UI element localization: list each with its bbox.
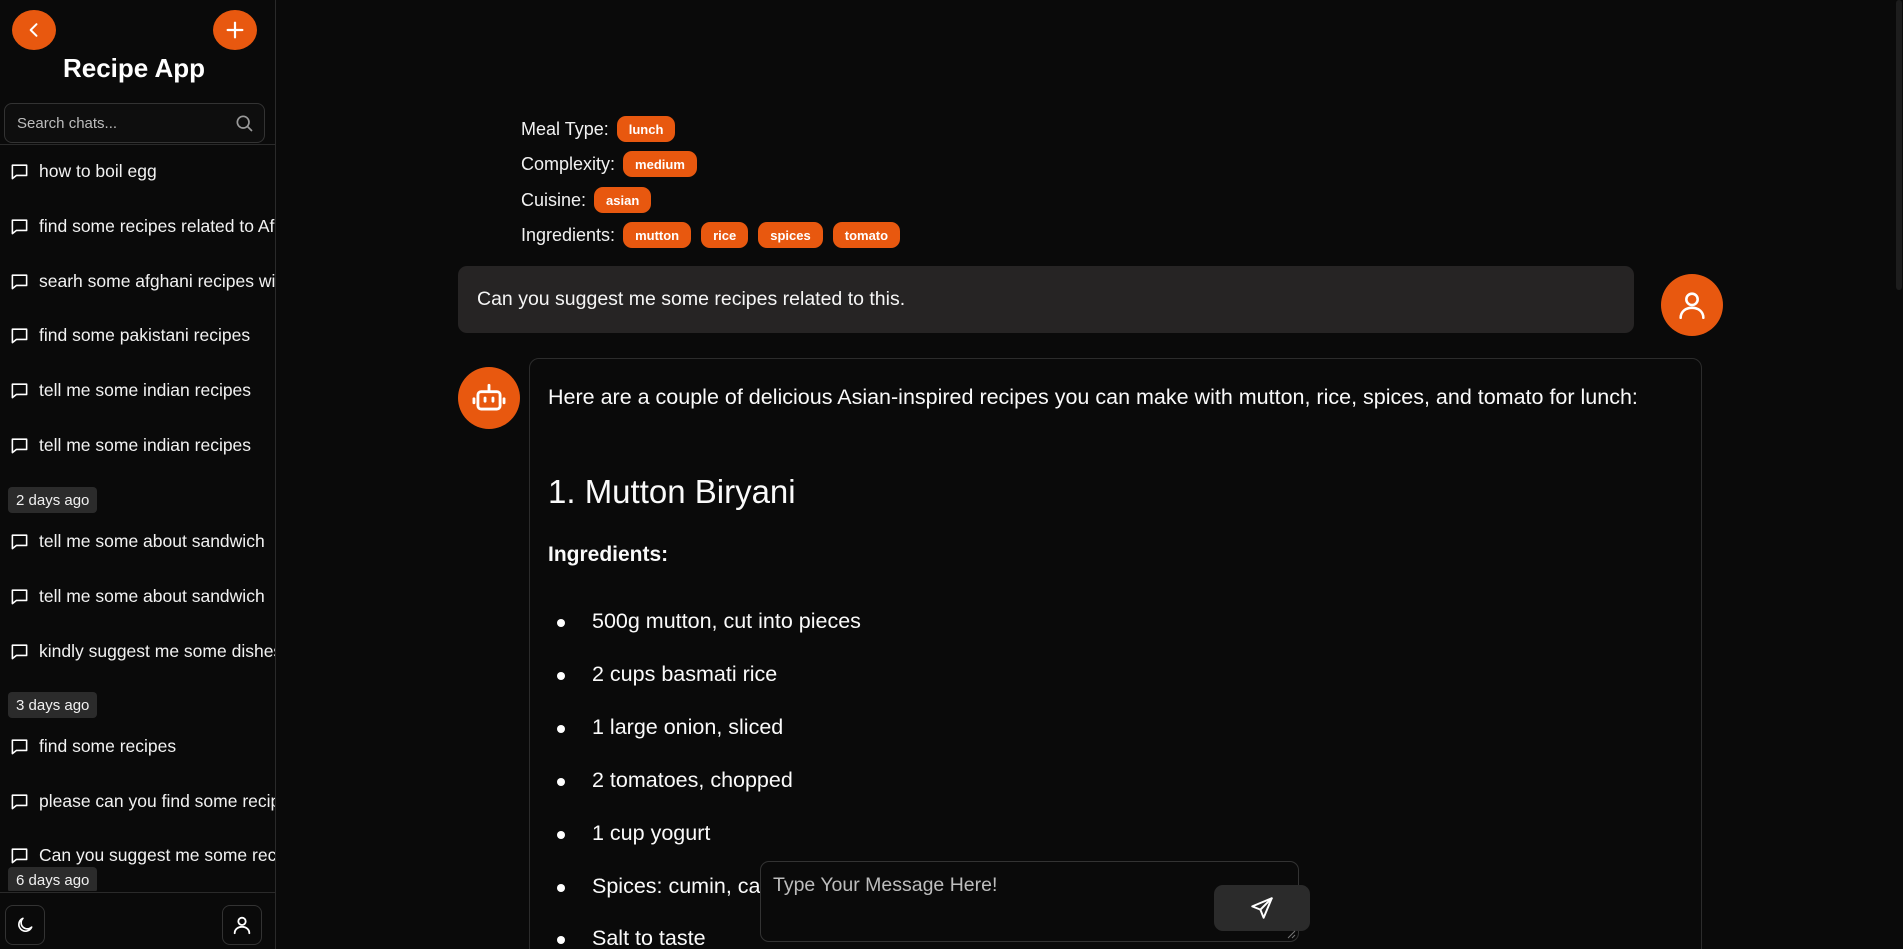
chat-list[interactable]: how to boil egg find some recipes relate… bbox=[0, 145, 276, 891]
ingredient-chip: rice bbox=[701, 222, 749, 248]
chat-item[interactable]: find some recipes related to Af bbox=[0, 206, 275, 246]
ingredient-list-item: 2 cups basmati rice bbox=[556, 662, 778, 686]
recipe-app: Recipe App how to boil egg find some rec… bbox=[0, 0, 1903, 949]
user-icon bbox=[1679, 292, 1705, 320]
recipe-title: 1. Mutton Biryani bbox=[548, 473, 796, 510]
chat-item[interactable]: find some pakistani recipes bbox=[0, 315, 275, 355]
chat-item-label: tell me some indian recipes bbox=[39, 379, 252, 400]
meal-type-label: Meal Type: bbox=[521, 118, 609, 139]
message-input[interactable] bbox=[773, 874, 1203, 914]
ingredients-heading: Ingredients: bbox=[548, 543, 669, 566]
chat-item-label: please can you find some recip bbox=[39, 790, 276, 811]
chat-bubble-icon bbox=[11, 738, 28, 754]
chat-item-label: tell me some about sandwich bbox=[39, 585, 265, 606]
complexity-label: Complexity: bbox=[521, 153, 616, 174]
chat-bubble-icon bbox=[11, 643, 28, 659]
chat-item-label: searh some afghani recipes wit bbox=[39, 270, 276, 291]
ingredient-chip: tomato bbox=[832, 222, 901, 248]
bot-avatar bbox=[458, 367, 520, 429]
ingredient-list-item: 500g mutton, cut into pieces bbox=[557, 609, 861, 633]
user-avatar bbox=[1661, 274, 1723, 336]
chat-item[interactable]: kindly suggest me some dishes bbox=[0, 631, 276, 671]
robot-icon bbox=[472, 383, 506, 411]
ingredient-list-item: 2 tomatoes, chopped bbox=[557, 768, 793, 792]
chat-bubble-icon bbox=[11, 382, 28, 398]
bot-intro-text: Here are a couple of delicious Asian-ins… bbox=[548, 385, 1638, 409]
send-button[interactable] bbox=[1214, 885, 1310, 931]
user-message: Can you suggest me some recipes related … bbox=[458, 266, 1634, 333]
resize-grip-icon[interactable] bbox=[1286, 929, 1296, 939]
chat-item[interactable]: searh some afghani recipes wit bbox=[0, 261, 276, 301]
chat-item-label: tell me some about sandwich bbox=[39, 530, 265, 551]
chat-bubble-icon bbox=[11, 163, 28, 179]
chat-item[interactable]: how to boil egg bbox=[0, 151, 275, 191]
plus-icon bbox=[226, 21, 244, 39]
profile-button[interactable] bbox=[222, 905, 262, 945]
date-group-label: 3 days ago bbox=[8, 692, 98, 718]
message-composer bbox=[760, 861, 1310, 942]
chat-item-label: tell me some indian recipes bbox=[39, 434, 252, 455]
ingredient-list-item: Spices: cumin, car bbox=[557, 874, 768, 898]
chat-item-label: find some recipes bbox=[39, 735, 177, 756]
meal-type-chip: lunch bbox=[616, 116, 676, 142]
main-scrollbar[interactable] bbox=[1895, 0, 1903, 290]
ingredients-label: Ingredients: bbox=[521, 224, 616, 245]
cuisine-label: Cuisine: bbox=[521, 189, 587, 210]
chat-item[interactable]: tell me some about sandwich bbox=[0, 521, 275, 561]
chat-bubble-icon bbox=[11, 533, 28, 549]
new-chat-button[interactable] bbox=[213, 10, 257, 50]
ingredients-row: Ingredients: mutton rice spices tomato bbox=[521, 222, 910, 248]
cuisine-row: Cuisine: asian bbox=[521, 187, 661, 213]
search-input[interactable] bbox=[17, 114, 234, 132]
chat-item[interactable]: please can you find some recip bbox=[0, 781, 276, 821]
send-icon bbox=[1251, 897, 1273, 919]
ingredient-chip: mutton bbox=[623, 222, 692, 248]
chat-item-label: kindly suggest me some dishes bbox=[39, 640, 276, 661]
chat-item-label: how to boil egg bbox=[39, 160, 157, 181]
back-button[interactable] bbox=[12, 10, 56, 50]
chat-bubble-icon bbox=[11, 273, 28, 289]
scrollbar-thumb[interactable] bbox=[1896, 0, 1902, 290]
chat-panel: Meal Type: lunch Complexity: medium Cuis… bbox=[277, 0, 1903, 949]
chat-item[interactable]: tell me some indian recipes bbox=[0, 370, 275, 410]
chat-bubble-icon bbox=[11, 437, 28, 453]
moon-icon bbox=[18, 917, 33, 932]
chat-item[interactable]: tell me some about sandwich bbox=[0, 576, 275, 616]
chat-item-label: find some recipes related to Af bbox=[39, 215, 275, 236]
chat-bubble-icon bbox=[11, 588, 28, 604]
theme-toggle-button[interactable] bbox=[5, 905, 45, 945]
ingredient-list-item: 1 cup yogurt bbox=[556, 821, 711, 845]
chevron-left-icon bbox=[29, 23, 38, 37]
chat-bubble-icon bbox=[11, 847, 28, 863]
ingredient-chip: spices bbox=[758, 222, 823, 248]
complexity-row: Complexity: medium bbox=[521, 151, 707, 177]
ingredient-list-item: Salt to taste bbox=[557, 926, 706, 949]
chat-item[interactable]: find some recipes bbox=[0, 726, 275, 766]
app-title: Recipe App bbox=[62, 53, 206, 83]
chat-item[interactable]: tell me some indian recipes bbox=[0, 425, 275, 465]
chat-item-label: Can you suggest me some reci bbox=[39, 844, 276, 865]
chat-item-label: find some pakistani recipes bbox=[39, 324, 251, 345]
ingredient-list-item: 1 large onion, sliced bbox=[556, 715, 784, 739]
sidebar: Recipe App how to boil egg find some rec… bbox=[0, 0, 276, 949]
user-icon bbox=[233, 916, 251, 935]
complexity-chip: medium bbox=[623, 151, 697, 177]
chat-bubble-icon bbox=[11, 218, 28, 234]
meal-type-row: Meal Type: lunch bbox=[521, 116, 685, 142]
sidebar-footer bbox=[0, 892, 275, 949]
search-icon[interactable] bbox=[234, 113, 254, 133]
date-group-label: 2 days ago bbox=[8, 487, 98, 513]
cuisine-chip: asian bbox=[594, 187, 652, 213]
search-box bbox=[4, 103, 265, 143]
chat-bubble-icon bbox=[11, 327, 28, 343]
chat-bubble-icon bbox=[11, 793, 28, 809]
date-group-label: 6 days ago bbox=[8, 867, 98, 891]
